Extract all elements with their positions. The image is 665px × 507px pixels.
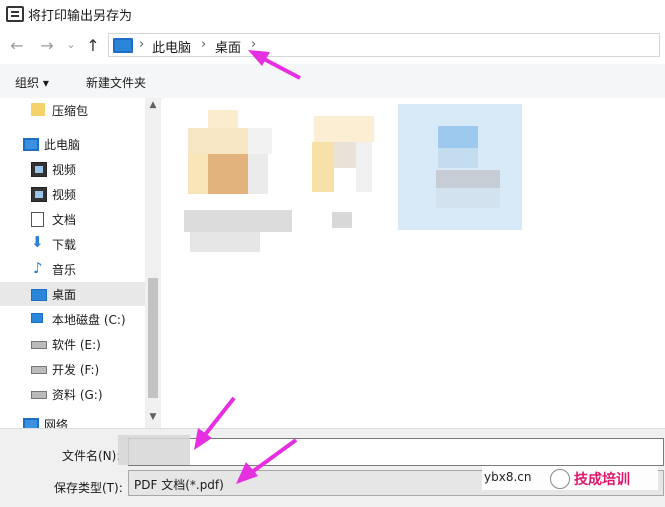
annotation-arrows [194, 50, 301, 484]
annotation-arrow-filename [194, 396, 236, 450]
annotation-arrow-address [248, 50, 301, 80]
annotation-arrow-savetype [236, 438, 298, 484]
